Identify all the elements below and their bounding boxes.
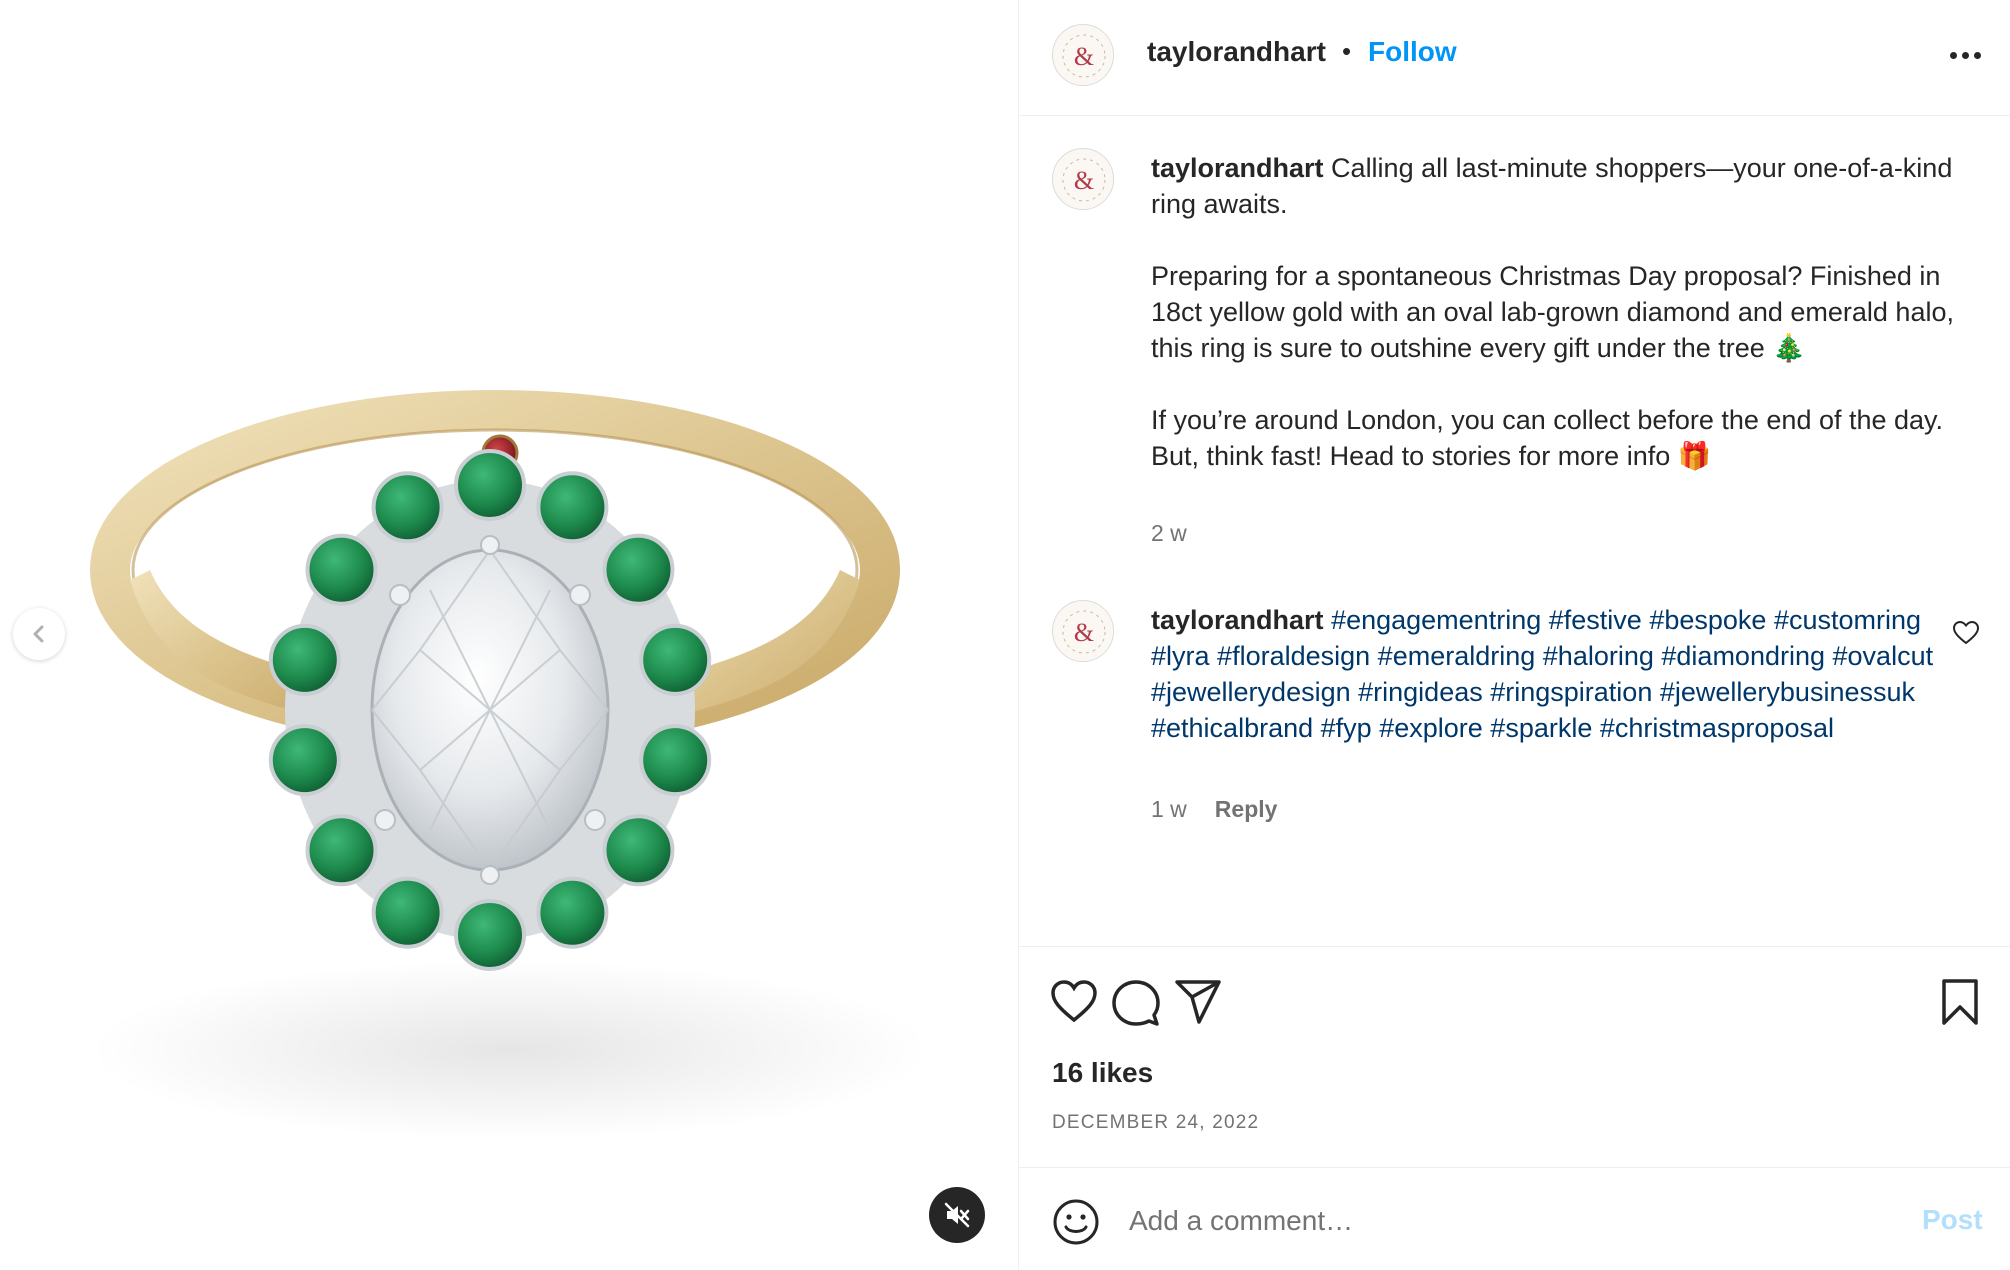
hashtag-link[interactable]: #ethicalbrand (1151, 713, 1313, 743)
speech-bubble-icon[interactable] (1110, 976, 1162, 1028)
caption-body: Calling all last-minute shoppers—your on… (1151, 153, 1954, 471)
heart-icon[interactable] (1048, 976, 1100, 1028)
emerald-stone (639, 724, 712, 797)
previous-media-button[interactable] (13, 608, 65, 660)
hashtag-link[interactable]: #explore (1379, 713, 1483, 743)
emerald-stone (536, 876, 609, 949)
emerald-stone (305, 533, 378, 606)
emerald-stone (305, 814, 378, 887)
more-options-button[interactable] (1945, 40, 1985, 70)
hashtag-link[interactable]: #emeraldring (1378, 641, 1536, 671)
hashtag-link[interactable]: #haloring (1543, 641, 1654, 671)
comment-timestamp[interactable]: 1 w (1151, 796, 1187, 823)
like-comment-heart-icon[interactable] (1951, 618, 1981, 648)
paper-plane-icon[interactable] (1172, 976, 1224, 1028)
ring-photo (90, 390, 930, 1140)
hashtag-link[interactable]: #lyra (1151, 641, 1210, 671)
more-dot (1973, 51, 1981, 59)
post-comment-button[interactable]: Post (1922, 1204, 1983, 1236)
bookmark-icon[interactable] (1934, 976, 1986, 1028)
caption-timestamp[interactable]: 2 w (1151, 520, 1187, 547)
post-date[interactable]: DECEMBER 24, 2022 (1052, 1112, 1259, 1134)
reply-button[interactable]: Reply (1215, 796, 1278, 823)
follow-button[interactable]: Follow (1368, 36, 1457, 68)
hashtag-link[interactable]: #diamondring (1661, 641, 1825, 671)
svg-text:&: & (1074, 618, 1094, 647)
hashtag-link[interactable]: #ringspiration (1490, 677, 1652, 707)
svg-text:&: & (1074, 166, 1094, 195)
avatar[interactable]: & (1052, 24, 1114, 86)
post-header: & taylorandhart • Follow (1019, 0, 2010, 116)
comment-input[interactable] (1129, 1192, 1829, 1250)
emerald-stone (536, 471, 609, 544)
speaker-muted-icon (944, 1202, 970, 1228)
comment-meta: 1 w Reply (1151, 796, 1277, 823)
hashtag-link[interactable]: #festive (1549, 605, 1642, 635)
comment-username[interactable]: taylorandhart (1151, 605, 1324, 635)
comment-text: taylorandhart #engagementring #festive #… (1151, 602, 1951, 746)
emerald-stone (454, 899, 526, 971)
hashtag-link[interactable]: #floraldesign (1217, 641, 1370, 671)
avatar[interactable]: & (1052, 148, 1114, 210)
post-details-pane: & taylorandhart • Follow & taylorandhart… (1018, 0, 2010, 1270)
hashtag-link[interactable]: #fyp (1321, 713, 1372, 743)
svg-text:&: & (1074, 42, 1094, 71)
like-count[interactable]: 16 likes (1052, 1057, 1153, 1089)
more-options-icon (1949, 51, 1957, 59)
emerald-stone (268, 724, 341, 797)
hashtag-link[interactable]: #bespoke (1649, 605, 1766, 635)
emerald-stone (371, 876, 444, 949)
taylor-and-hart-logo: & (1054, 602, 1113, 661)
hashtag-link[interactable]: #ringideas (1358, 677, 1483, 707)
more-dot (1961, 51, 1969, 59)
hashtag-link[interactable]: #sparkle (1490, 713, 1592, 743)
emerald-stone (371, 471, 444, 544)
hashtag-link[interactable]: #customring (1774, 605, 1921, 635)
comment-composer: Post (1019, 1167, 2010, 1270)
caption-username[interactable]: taylorandhart (1151, 153, 1324, 183)
action-bar: 16 likes DECEMBER 24, 2022 (1019, 946, 2010, 1176)
smiley-icon[interactable] (1052, 1198, 1100, 1246)
emerald-stone (639, 623, 712, 696)
emerald-stone (268, 623, 341, 696)
emerald-stone (602, 814, 675, 887)
hashtag-link[interactable]: #jewellerybusinessuk (1660, 677, 1915, 707)
hashtag-link[interactable]: #engagementring (1331, 605, 1541, 635)
caption-text: taylorandhart Calling all last-minute sh… (1151, 150, 1971, 474)
mute-toggle-button[interactable] (929, 1187, 985, 1243)
post-author-username[interactable]: taylorandhart (1147, 36, 1326, 68)
hashtag-link[interactable]: #ovalcut (1833, 641, 1934, 671)
emerald-stone (454, 449, 526, 521)
chevron-left-icon (33, 625, 44, 643)
taylor-and-hart-logo: & (1054, 150, 1113, 209)
hashtag-link[interactable]: #christmasproposal (1600, 713, 1834, 743)
post-media[interactable] (0, 0, 1018, 1270)
separator-dot: • (1342, 36, 1352, 66)
emerald-stone (602, 533, 675, 606)
taylor-and-hart-logo: & (1054, 26, 1113, 85)
avatar[interactable]: & (1052, 600, 1114, 662)
hashtag-link[interactable]: #jewellerydesign (1151, 677, 1351, 707)
